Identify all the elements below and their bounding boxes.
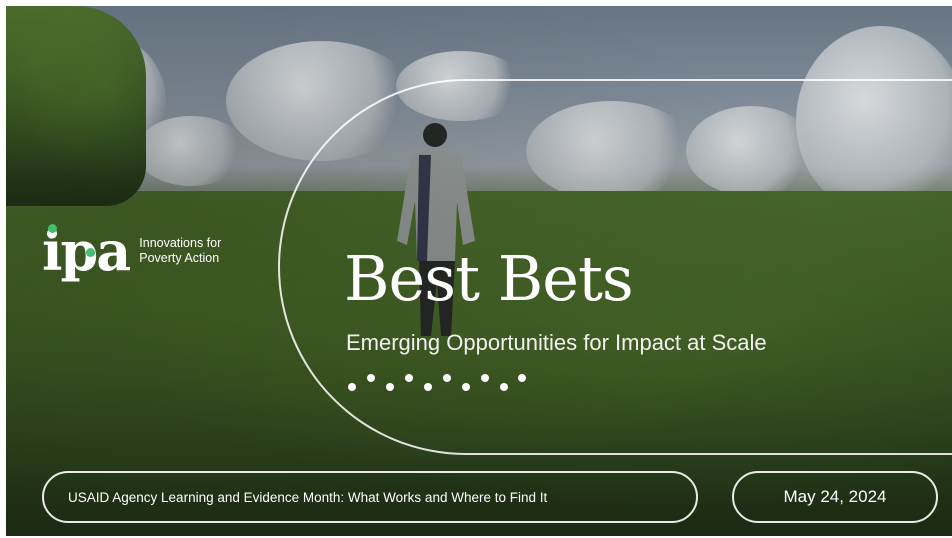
- event-name: USAID Agency Learning and Evidence Month…: [68, 489, 548, 505]
- logo-name-line-2: Poverty Action: [139, 251, 220, 265]
- wave-dot: [386, 383, 394, 391]
- date-pill: May 24, 2024: [732, 471, 938, 523]
- wave-dot: [500, 383, 508, 391]
- wave-dot: [424, 383, 432, 391]
- wave-dot: [367, 374, 375, 382]
- wave-dot: [348, 383, 356, 391]
- wave-dot: [518, 374, 526, 382]
- logo-mark: ipa: [42, 219, 131, 283]
- event-name-pill: USAID Agency Learning and Evidence Month…: [42, 471, 698, 523]
- slide-subtitle: Emerging Opportunities for Impact at Sca…: [346, 330, 767, 355]
- logo-accent-dot: [86, 248, 95, 257]
- logo-accent-dot: [48, 224, 57, 233]
- wave-dot: [462, 383, 470, 391]
- wave-dot: [405, 374, 413, 382]
- title-slide: ipa Innovations for Poverty Action Best …: [6, 6, 952, 536]
- slide-title: Best Bets: [344, 242, 634, 315]
- event-date: May 24, 2024: [783, 487, 887, 506]
- logo-name-line-1: Innovations for: [139, 236, 222, 250]
- dotted-wave-decoration: [348, 371, 528, 395]
- wave-dot: [481, 374, 489, 382]
- logo-wordmark: Innovations for Poverty Action: [139, 236, 259, 266]
- wave-dot: [443, 374, 451, 382]
- ipa-logo: ipa Innovations for Poverty Action: [42, 224, 259, 278]
